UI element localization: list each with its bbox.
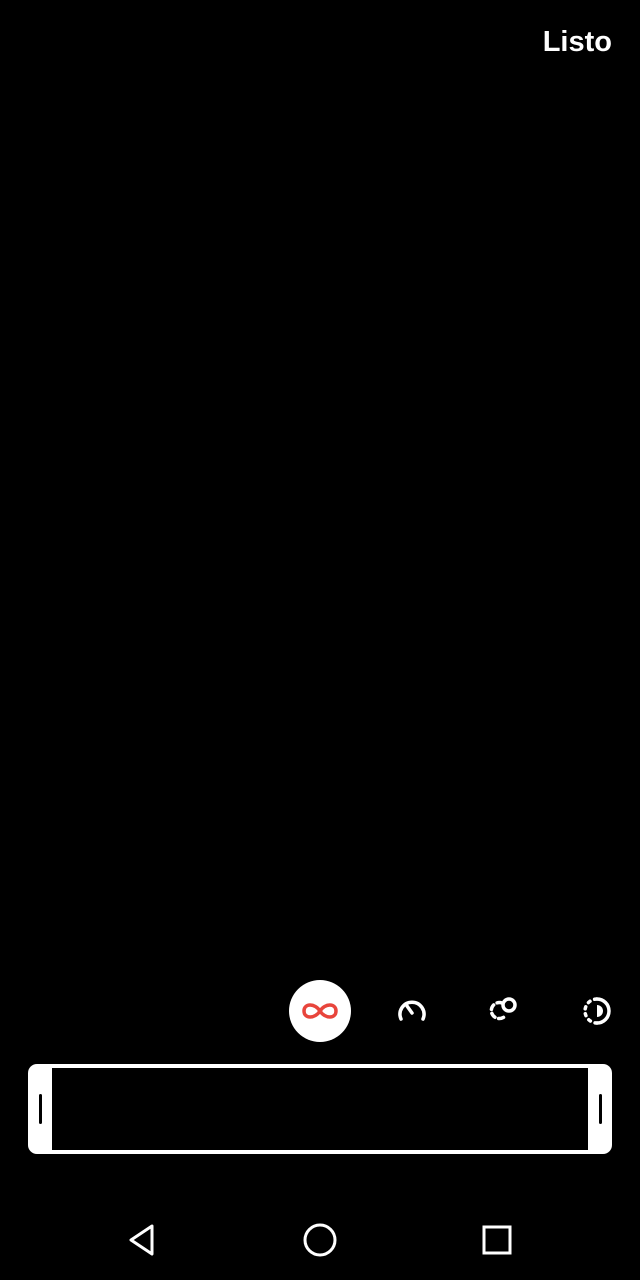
- mode-boomerang-button[interactable]: [289, 980, 351, 1042]
- trimmer-frames: [52, 1068, 588, 1150]
- video-trimmer[interactable]: [28, 1064, 612, 1154]
- system-navigation-bar: [0, 1196, 640, 1280]
- nav-back-button[interactable]: [118, 1216, 166, 1264]
- trim-handle-right[interactable]: [588, 1064, 612, 1154]
- mode-echo-button[interactable]: [473, 980, 535, 1042]
- speedometer-icon: [398, 1000, 426, 1021]
- home-icon: [303, 1223, 337, 1257]
- done-button[interactable]: Listo: [543, 28, 612, 57]
- half-circle-dotted-icon: [583, 997, 611, 1025]
- mode-slowmo-button[interactable]: [381, 980, 443, 1042]
- boomerang-mode-selector: [0, 980, 640, 1042]
- nav-recents-button[interactable]: [473, 1216, 521, 1264]
- echo-circles-icon: [489, 997, 517, 1021]
- grip-icon: [38, 1094, 42, 1124]
- nav-home-button[interactable]: [296, 1216, 344, 1264]
- back-icon: [129, 1224, 154, 1256]
- mode-duo-button[interactable]: [566, 980, 628, 1042]
- grip-icon: [598, 1094, 602, 1124]
- trim-handle-left[interactable]: [28, 1064, 52, 1154]
- infinity-icon: [302, 1003, 338, 1019]
- recents-icon: [482, 1225, 512, 1255]
- video-preview: [0, 90, 640, 970]
